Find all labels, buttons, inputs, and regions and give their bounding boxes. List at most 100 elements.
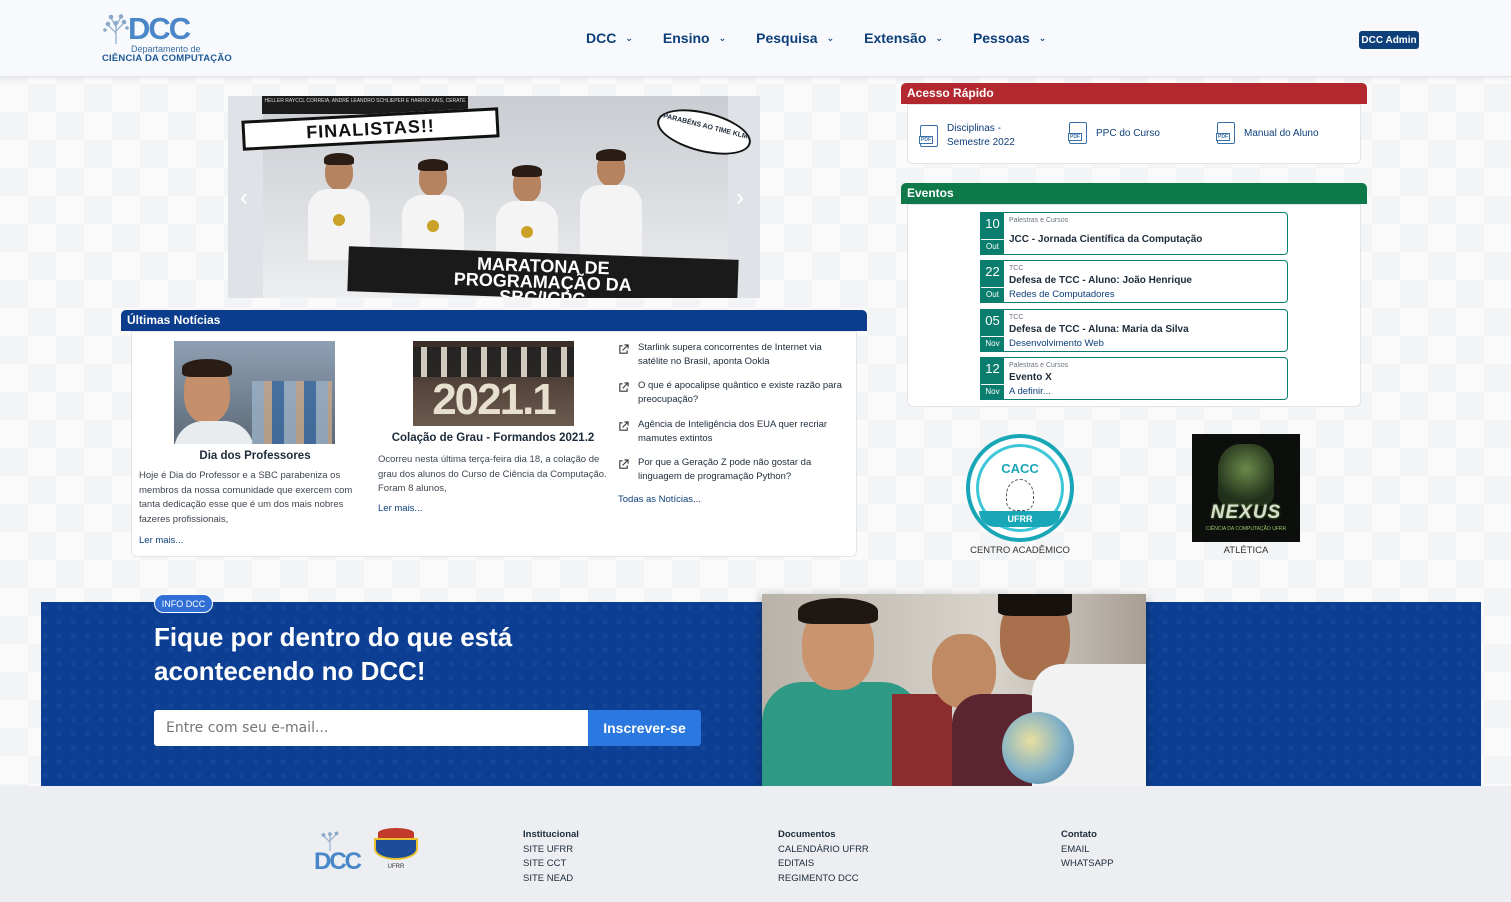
globe-icon bbox=[1002, 712, 1074, 784]
nav-dcc-label: DCC bbox=[586, 30, 617, 46]
footer-link[interactable]: CALENDÁRIO UFRR bbox=[778, 843, 869, 858]
event-category: Palestras e Cursos bbox=[1009, 217, 1069, 224]
event-item[interactable]: 05 Nov TCC Defesa de TCC - Aluna: Maria … bbox=[980, 309, 1288, 352]
footer-col-institucional: Institucional SITE UFRR SITE CCT SITE NE… bbox=[523, 828, 579, 886]
chevron-down-icon: ⌄ bbox=[935, 32, 943, 43]
event-date: 10 Out bbox=[981, 213, 1004, 254]
footer-dcc-text: DCC bbox=[314, 848, 362, 875]
site-header: DCC Departamento de CIÊNCIA DA COMPUTAÇÃ… bbox=[0, 0, 1511, 77]
quick-link-manual[interactable]: PDF Manual do Aluno bbox=[1216, 122, 1319, 144]
footer-ufrr-text: UFRR bbox=[387, 864, 405, 870]
carousel-next-icon[interactable]: › bbox=[736, 186, 744, 210]
event-item[interactable]: 10 Out Palestras e Cursos JCC - Jornada … bbox=[980, 212, 1288, 255]
event-month: Out bbox=[981, 287, 1004, 299]
info-dcc-badge: INFO DCC bbox=[154, 594, 213, 613]
nav-extensao[interactable]: Extensão ⌄ bbox=[864, 30, 943, 46]
external-news-label: O que é apocalipse quântico e existe raz… bbox=[638, 380, 842, 405]
event-day: 10 bbox=[985, 216, 1000, 231]
event-item[interactable]: 22 Out TCC Defesa de TCC - Aluno: João H… bbox=[980, 260, 1288, 303]
cacc-caption: CENTRO ACADÊMICO bbox=[970, 545, 1070, 556]
nav-pessoas[interactable]: Pessoas ⌄ bbox=[973, 30, 1046, 46]
event-item[interactable]: 12 Nov Palestras e Cursos Evento X A def… bbox=[980, 357, 1288, 400]
external-news-label: Por que a Geração Z pode não gostar da l… bbox=[638, 457, 812, 482]
cacc-logo[interactable]: CACC UFRR bbox=[966, 434, 1074, 542]
nexus-word: NEXUS bbox=[1210, 502, 1282, 523]
nexus-caption: ATLÉTICA bbox=[1223, 545, 1269, 556]
footer-ufrr-logo[interactable]: UFRR bbox=[374, 828, 418, 874]
colacao-year-text: 2021.1 bbox=[432, 375, 557, 424]
external-news-link[interactable]: O que é apocalipse quântico e existe raz… bbox=[618, 379, 848, 407]
event-title: Defesa de TCC - Aluna: Maria da Silva bbox=[1009, 324, 1189, 335]
admin-button[interactable]: DCC Admin bbox=[1359, 31, 1419, 49]
all-news-link[interactable]: Todas as Notícias... bbox=[618, 494, 701, 505]
event-title: JCC - Jornada Científica da Computação bbox=[1009, 234, 1203, 245]
nav-ensino[interactable]: Ensino ⌄ bbox=[663, 30, 726, 46]
chevron-down-icon: ⌄ bbox=[625, 32, 633, 43]
carousel-prev-icon[interactable]: ‹ bbox=[240, 186, 248, 210]
footer-heading: Documentos bbox=[778, 829, 836, 840]
event-subtitle: A definir... bbox=[1009, 386, 1051, 397]
slide-person bbox=[580, 149, 642, 256]
nav-pessoas-label: Pessoas bbox=[972, 30, 1030, 46]
event-month: Nov bbox=[981, 384, 1004, 396]
external-link-icon bbox=[619, 344, 629, 354]
nav-extensao-label: Extensão bbox=[864, 30, 927, 46]
newsletter-title: Fique por dentro do que está acontecendo… bbox=[154, 622, 513, 686]
nav-pesquisa-label: Pesquisa bbox=[756, 30, 818, 46]
news-card-title[interactable]: Colação de Grau - Formandos 2021.2 bbox=[378, 432, 608, 444]
subscribe-button[interactable]: Inscrever-se bbox=[588, 710, 701, 746]
slide-person bbox=[308, 153, 370, 260]
news-card-text: Ocorreu nesta última terça-feira dia 18,… bbox=[378, 454, 607, 494]
news-header: Últimas Notícias bbox=[121, 310, 867, 331]
external-news-label: Agência de Inteligência dos EUA quer rec… bbox=[638, 419, 828, 444]
news-photo-professores[interactable] bbox=[174, 341, 335, 444]
footer-link[interactable]: SITE UFRR bbox=[523, 843, 579, 858]
footer-link[interactable]: WHATSAPP bbox=[1061, 857, 1114, 872]
site-footer bbox=[0, 786, 1511, 902]
quick-link-label: Disciplinas - Semestre 2022 bbox=[947, 123, 1015, 148]
pdf-icon: PDF bbox=[1216, 122, 1235, 144]
hero-carousel: HELLER RAYCCL CORREIA, ANDRÉ LEANDRO SCH… bbox=[228, 96, 760, 298]
nav-pesquisa[interactable]: Pesquisa ⌄ bbox=[756, 30, 834, 46]
footer-link[interactable]: SITE NEAD bbox=[523, 872, 579, 887]
footer-heading: Contato bbox=[1061, 829, 1097, 840]
external-news-link[interactable]: Agência de Inteligência dos EUA quer rec… bbox=[618, 418, 848, 446]
read-more-link[interactable]: Ler mais... bbox=[139, 535, 183, 546]
news-card-title[interactable]: Dia dos Professores bbox=[150, 450, 360, 462]
footer-dcc-logo[interactable]: DCC bbox=[314, 826, 364, 876]
quick-link-label: PPC do Curso bbox=[1096, 127, 1160, 139]
event-day: 05 bbox=[985, 313, 1000, 328]
nav-dcc[interactable]: DCC ⌄ bbox=[586, 30, 633, 46]
logo-cc-text: CIÊNCIA DA COMPUTAÇÃO bbox=[102, 53, 232, 64]
event-category: Palestras e Cursos bbox=[1009, 362, 1069, 369]
dcc-logo[interactable]: DCC Departamento de CIÊNCIA DA COMPUTAÇÃ… bbox=[102, 13, 232, 67]
chevron-down-icon: ⌄ bbox=[826, 32, 835, 43]
event-month: Nov bbox=[981, 336, 1004, 348]
read-more-link[interactable]: Ler mais... bbox=[378, 503, 422, 514]
event-subtitle: Redes de Computadores bbox=[1009, 289, 1115, 300]
quick-link-ppc[interactable]: PDF PPC do Curso bbox=[1068, 122, 1160, 144]
news-photo-colacao[interactable]: 2021.1 bbox=[413, 341, 574, 426]
external-link-icon bbox=[619, 421, 629, 431]
event-date: 05 Nov bbox=[981, 310, 1004, 351]
tree-icon bbox=[1006, 479, 1034, 511]
event-day: 22 bbox=[985, 264, 1000, 279]
events-header: Eventos bbox=[901, 183, 1367, 204]
external-news-link[interactable]: Starlink supera concorrentes de Internet… bbox=[618, 341, 848, 369]
footer-link[interactable]: SITE CCT bbox=[523, 857, 579, 872]
quick-link-disciplinas[interactable]: PDF Disciplinas - Semestre 2022 bbox=[919, 122, 1045, 150]
chevron-down-icon: ⌄ bbox=[1038, 32, 1047, 43]
news-card-text: Hoje é Dia do Professor e a SBC parabeni… bbox=[139, 470, 353, 525]
nexus-warrior-icon bbox=[1218, 444, 1274, 506]
footer-link[interactable]: EMAIL bbox=[1061, 843, 1114, 858]
external-news-link[interactable]: Por que a Geração Z pode não gostar da l… bbox=[618, 456, 848, 484]
event-month: Out bbox=[981, 239, 1004, 251]
chevron-down-icon: ⌄ bbox=[718, 32, 727, 43]
email-input[interactable] bbox=[154, 710, 588, 746]
nexus-logo[interactable]: NEXUS CIÊNCIA DA COMPUTAÇÃO UFRR bbox=[1192, 434, 1300, 542]
footer-link[interactable]: EDITAIS bbox=[778, 857, 869, 872]
logo-dcc-text: DCC bbox=[128, 11, 191, 46]
tree-logo-icon bbox=[103, 14, 129, 44]
external-link-icon bbox=[619, 382, 629, 392]
footer-link[interactable]: REGIMENTO DCC bbox=[778, 872, 869, 887]
